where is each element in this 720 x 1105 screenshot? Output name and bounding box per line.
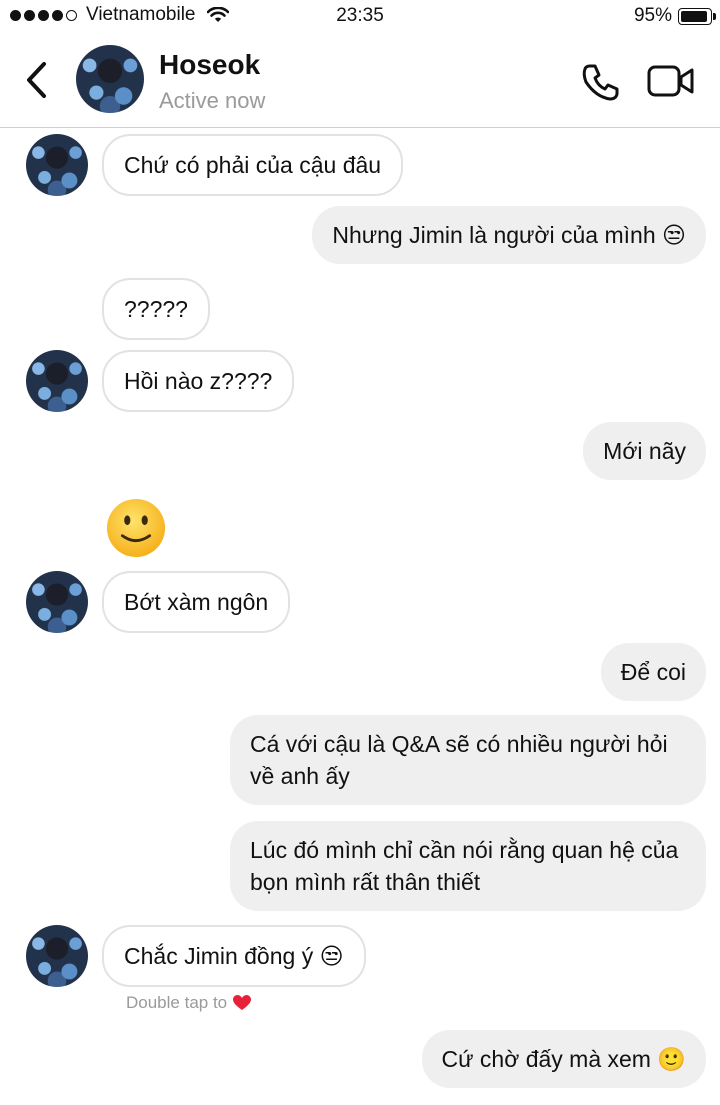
message-bubble-outgoing[interactable]: Nhưng Jimin là người của mình 😒 (312, 206, 706, 264)
message-bubble-incoming[interactable]: Bớt xàm ngôn (102, 571, 291, 633)
message-bubble-incoming[interactable]: Hồi nào z???? (102, 350, 295, 412)
active-status: Active now (159, 88, 266, 113)
battery-indicator: 95% (633, 5, 716, 27)
phone-icon[interactable] (580, 62, 620, 102)
sender-avatar[interactable] (26, 350, 88, 412)
battery-percent: 95% (633, 5, 672, 26)
message-bubble-incoming[interactable]: Chắc Jimin đồng ý 😒 (102, 925, 366, 987)
message-bubble-outgoing[interactable]: Cứ chờ đấy mà xem 🙂 (421, 1030, 706, 1088)
status-bar: Vietnamobile 23:35 95% (0, 0, 720, 32)
message-bubble-incoming[interactable]: Chứ có phải của cậu đâu (102, 134, 404, 196)
double-tap-label: Double tap to (126, 993, 228, 1012)
back-chevron-icon[interactable] (22, 60, 52, 100)
status-time: 23:35 (336, 5, 384, 26)
battery-icon (678, 7, 716, 25)
message-bubble-outgoing[interactable]: Cá với cậu là Q&A sẽ có nhiều người hỏi … (230, 715, 706, 805)
message-bubble-incoming[interactable]: ????? (102, 278, 210, 340)
video-camera-icon[interactable] (647, 64, 695, 98)
double-tap-hint: Double tap to (126, 993, 252, 1013)
message-bubble-outgoing[interactable]: Lúc đó mình chỉ cần nói rằng quan hệ của… (230, 821, 706, 911)
slightly-smiling-emoji-message[interactable] (104, 497, 168, 559)
chat-header: Hoseok Active now (0, 32, 720, 128)
message-bubble-outgoing[interactable]: Mới nãy (583, 422, 706, 480)
message-bubble-outgoing[interactable]: Để coi (600, 643, 706, 701)
heart-icon (233, 995, 252, 1010)
contact-avatar[interactable] (76, 45, 144, 113)
contact-name[interactable]: Hoseok (159, 49, 260, 81)
sender-avatar[interactable] (26, 925, 88, 987)
sender-avatar[interactable] (26, 134, 88, 196)
sender-avatar[interactable] (26, 571, 88, 633)
